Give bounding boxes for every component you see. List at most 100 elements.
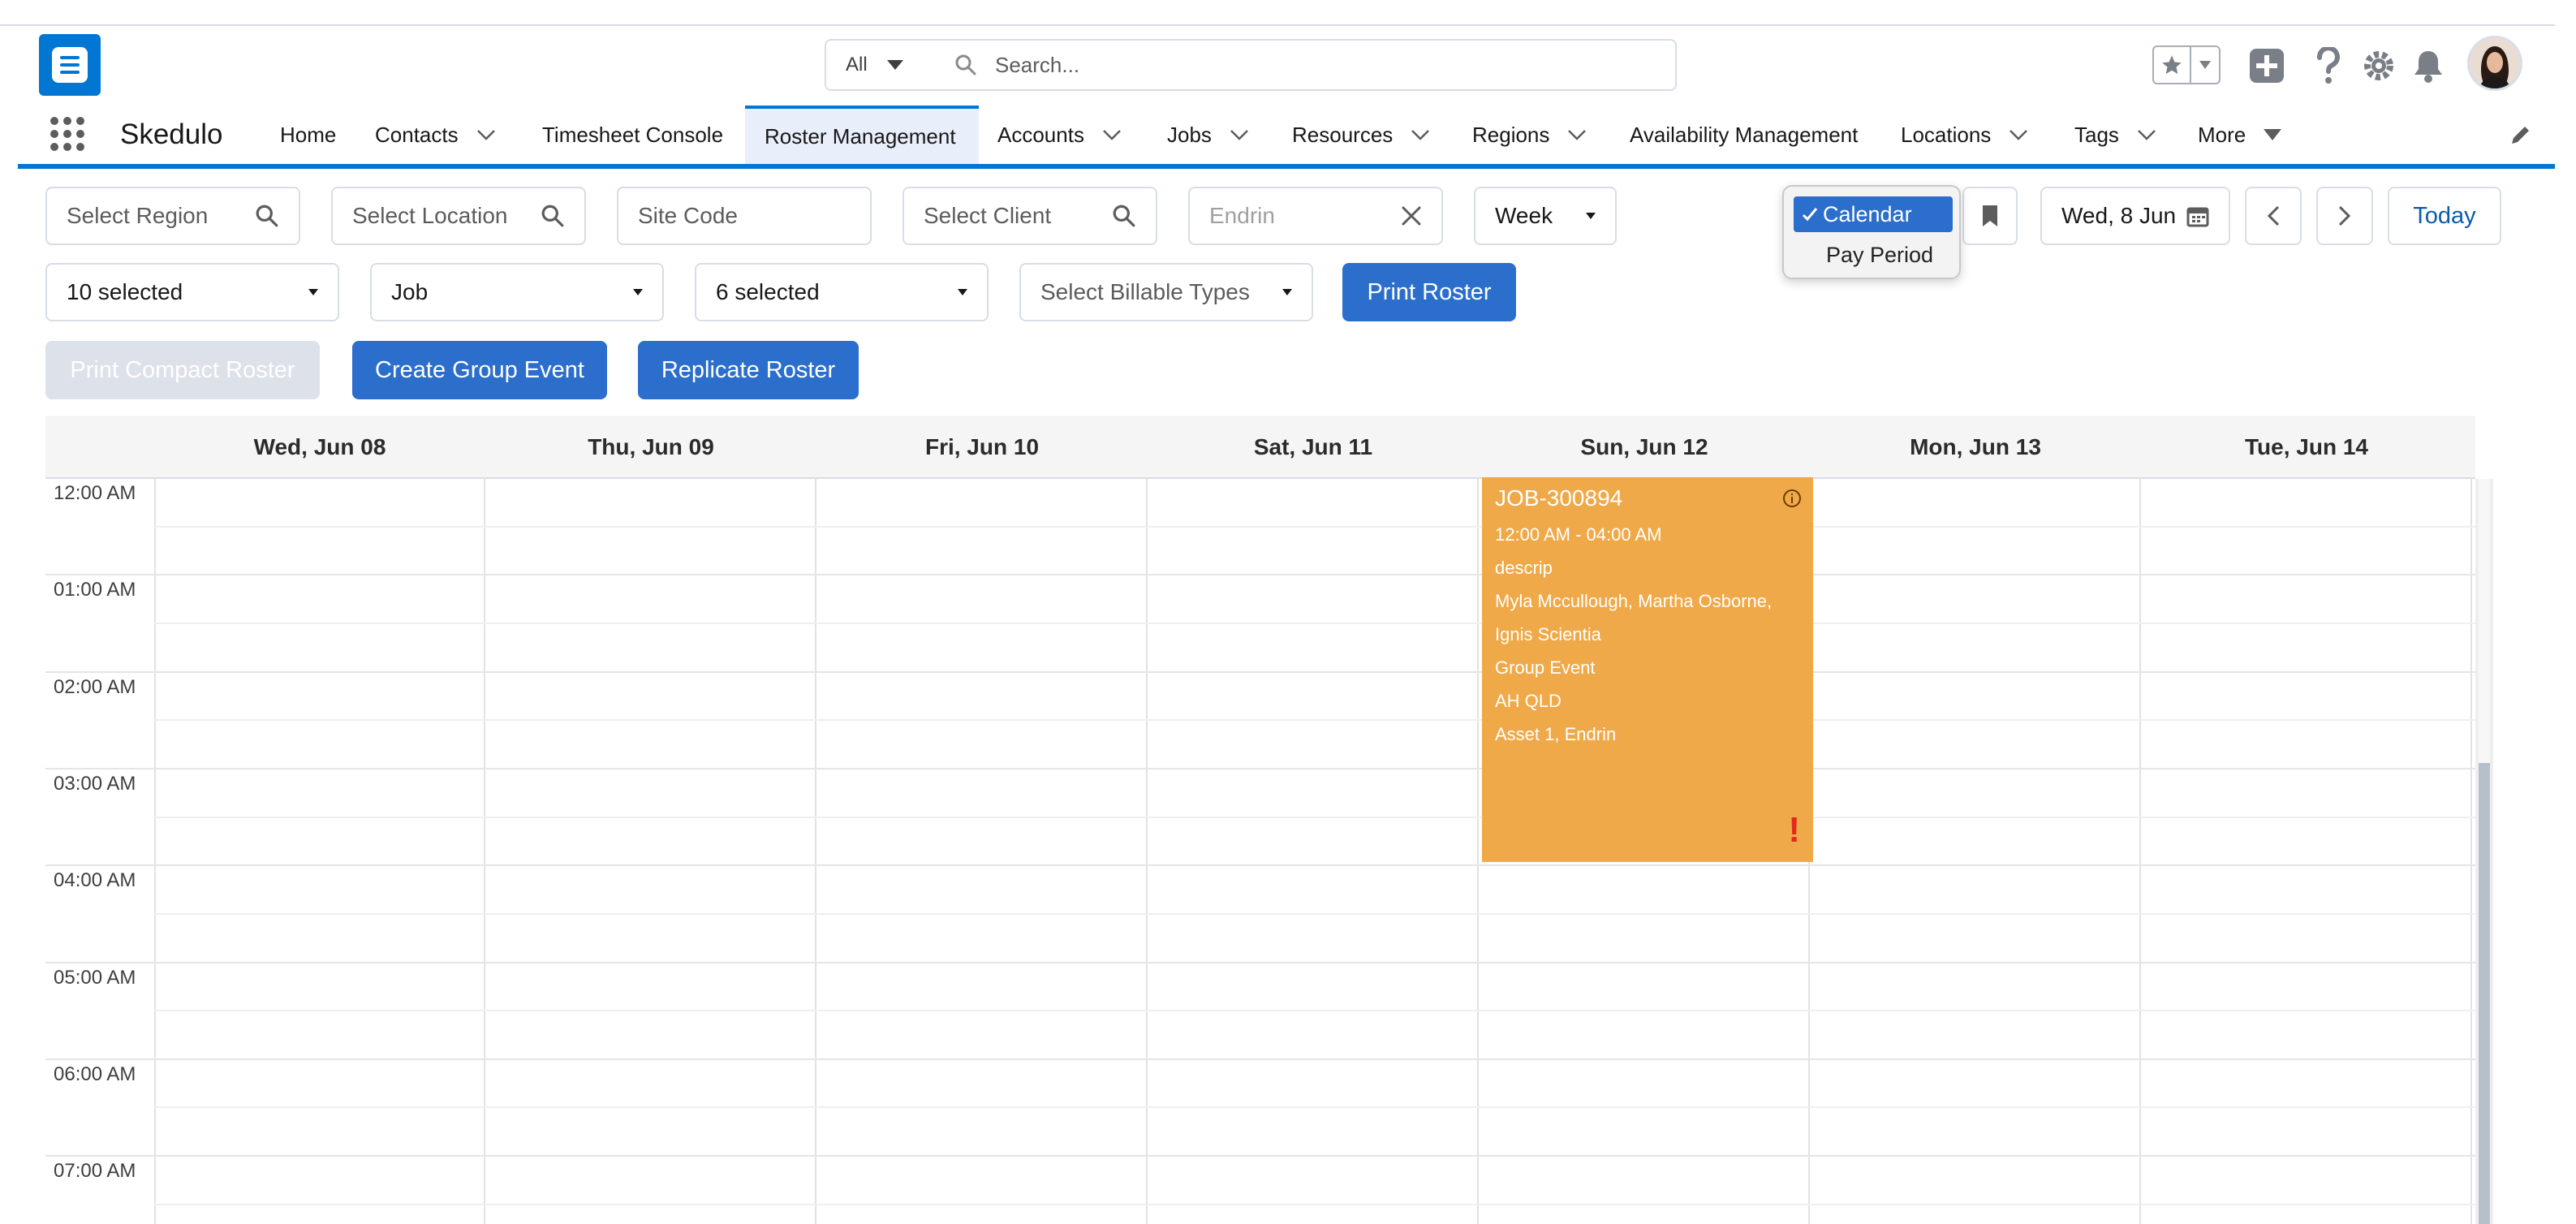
nav-item-resources[interactable]: Resources bbox=[1292, 106, 1430, 164]
window-top-border bbox=[0, 24, 2555, 26]
list-icon bbox=[52, 47, 88, 83]
half-hour-line bbox=[154, 525, 2475, 528]
menu-option-label: Calendar bbox=[1823, 201, 1912, 226]
search-icon bbox=[256, 205, 278, 227]
time-label: 04:00 AM bbox=[54, 869, 136, 892]
search-scope-select[interactable]: All bbox=[825, 39, 924, 91]
nav-item-locations[interactable]: Locations bbox=[1901, 106, 2028, 164]
nav-item-tags[interactable]: Tags bbox=[2074, 106, 2156, 164]
app-launcher-icon[interactable] bbox=[49, 115, 86, 157]
chevron-down-icon bbox=[958, 289, 967, 295]
day-header: Mon, Jun 13 bbox=[1910, 434, 2041, 459]
time-label: 12:00 AM bbox=[54, 482, 136, 504]
half-hour-line bbox=[154, 622, 2475, 624]
chevron-down-icon[interactable] bbox=[476, 129, 496, 140]
nav-item-timesheet-console[interactable]: Timesheet Console bbox=[542, 106, 723, 164]
chevron-down-icon bbox=[633, 289, 643, 295]
status-multiselect[interactable]: 10 selected bbox=[45, 263, 339, 321]
print-roster-button[interactable]: Print Roster bbox=[1342, 263, 1516, 321]
site-code-input[interactable]: Site Code bbox=[617, 187, 872, 245]
bookmark-button[interactable] bbox=[1962, 187, 2018, 245]
search-placeholder: Search... bbox=[995, 52, 1080, 77]
hour-line bbox=[45, 1155, 2475, 1157]
favorites-button[interactable] bbox=[2152, 45, 2221, 84]
scrollbar-top-track bbox=[2479, 479, 2490, 763]
client-filter-placeholder: Select Client bbox=[924, 203, 1052, 228]
nav-item-accounts[interactable]: Accounts bbox=[997, 106, 1122, 164]
checkmark-icon bbox=[1802, 208, 1818, 222]
add-icon[interactable] bbox=[2250, 49, 2284, 87]
client-filter[interactable]: Select Client bbox=[902, 187, 1157, 245]
scrollbar-thumb[interactable] bbox=[2479, 763, 2490, 1224]
view-range-select[interactable]: Week bbox=[1474, 187, 1617, 245]
today-button[interactable]: Today bbox=[2388, 187, 2501, 245]
event-description: descrip bbox=[1495, 558, 1553, 578]
view-mode-menu[interactable]: Calendar Pay Period bbox=[1782, 185, 1961, 279]
chevron-right-icon bbox=[2338, 205, 2351, 226]
column-divider bbox=[1146, 477, 1148, 1224]
event-assets: Asset 1, Endrin bbox=[1495, 724, 1617, 744]
nav-item-jobs[interactable]: Jobs bbox=[1167, 106, 1249, 164]
day-header: Thu, Jun 09 bbox=[588, 434, 714, 459]
replicate-roster-button[interactable]: Replicate Roster bbox=[638, 341, 859, 399]
resource-filter-value: Endrin bbox=[1209, 203, 1275, 228]
half-hour-line bbox=[154, 816, 2475, 818]
type-select-value: Job bbox=[391, 279, 429, 304]
global-search-input[interactable]: Search... bbox=[922, 39, 1677, 91]
chevron-down-icon bbox=[2191, 47, 2219, 83]
half-hour-line bbox=[154, 912, 2475, 915]
date-picker[interactable]: Wed, 8 Jun bbox=[2040, 187, 2230, 245]
chevron-down-icon[interactable] bbox=[1411, 129, 1430, 140]
nav-item-home[interactable]: Home bbox=[280, 106, 336, 164]
close-icon[interactable] bbox=[1401, 205, 1422, 226]
calendar-icon bbox=[2186, 207, 2209, 227]
print-compact-roster-button[interactable]: Print Compact Roster bbox=[45, 341, 320, 399]
nav-item-contacts[interactable]: Contacts bbox=[375, 106, 496, 164]
region-filter[interactable]: Select Region bbox=[45, 187, 300, 245]
chevron-down-icon[interactable] bbox=[1230, 129, 1249, 140]
view-range-value: Week bbox=[1495, 203, 1553, 228]
chevron-down-icon bbox=[308, 289, 318, 295]
calendar-scrollbar[interactable] bbox=[2475, 479, 2493, 1224]
user-avatar[interactable] bbox=[2467, 36, 2522, 91]
calendar-event[interactable]: JOB-300894 12:00 AM - 04:00 AM descrip M… bbox=[1482, 477, 1813, 862]
half-hour-line bbox=[154, 1010, 2475, 1012]
category-multiselect[interactable]: 6 selected bbox=[695, 263, 989, 321]
chevron-down-icon[interactable] bbox=[2137, 129, 2156, 140]
day-header: Fri, Jun 10 bbox=[924, 434, 1040, 459]
day-header: Sun, Jun 12 bbox=[1580, 434, 1708, 459]
nav-item-availability-management[interactable]: Availability Management bbox=[1630, 106, 1858, 164]
hour-line bbox=[45, 574, 2475, 576]
time-label: 05:00 AM bbox=[54, 966, 136, 989]
day-header: Tue, Jun 14 bbox=[2245, 434, 2368, 459]
help-icon[interactable] bbox=[2315, 45, 2342, 88]
bell-icon[interactable] bbox=[2412, 49, 2445, 87]
nav-item-label: Home bbox=[280, 122, 337, 147]
half-hour-line bbox=[154, 1106, 2475, 1109]
nav-item-regions[interactable]: Regions bbox=[1472, 106, 1587, 164]
chevron-down-icon[interactable] bbox=[1567, 129, 1587, 140]
type-select[interactable]: Job bbox=[370, 263, 664, 321]
nav-item-label: Roster Management bbox=[765, 123, 956, 149]
event-region: AH QLD bbox=[1495, 691, 1562, 711]
nav-item-more[interactable]: More bbox=[2198, 106, 2282, 164]
app-logo[interactable] bbox=[39, 34, 101, 96]
billable-types-select[interactable]: Select Billable Types bbox=[1019, 263, 1313, 321]
info-icon[interactable] bbox=[1782, 489, 1802, 508]
calendar-grid[interactable] bbox=[45, 477, 2475, 1224]
previous-week-button[interactable] bbox=[2245, 187, 2302, 245]
menu-option-calendar[interactable]: Calendar bbox=[1794, 196, 1953, 232]
time-label: 06:00 AM bbox=[54, 1062, 136, 1085]
chevron-down-icon[interactable] bbox=[2009, 129, 2028, 140]
create-group-event-button[interactable]: Create Group Event bbox=[352, 341, 607, 399]
search-icon bbox=[541, 205, 564, 227]
column-divider bbox=[2470, 477, 2472, 1224]
location-filter[interactable]: Select Location bbox=[331, 187, 586, 245]
menu-option-pay-period[interactable]: Pay Period bbox=[1826, 237, 1933, 273]
next-week-button[interactable] bbox=[2316, 187, 2373, 245]
resource-filter[interactable]: Endrin bbox=[1188, 187, 1443, 245]
gear-icon[interactable] bbox=[2362, 49, 2396, 87]
edit-nav-icon[interactable] bbox=[2509, 123, 2532, 150]
chevron-down-icon[interactable] bbox=[1102, 129, 1122, 140]
nav-item-roster-management[interactable]: Roster Management bbox=[745, 106, 979, 164]
